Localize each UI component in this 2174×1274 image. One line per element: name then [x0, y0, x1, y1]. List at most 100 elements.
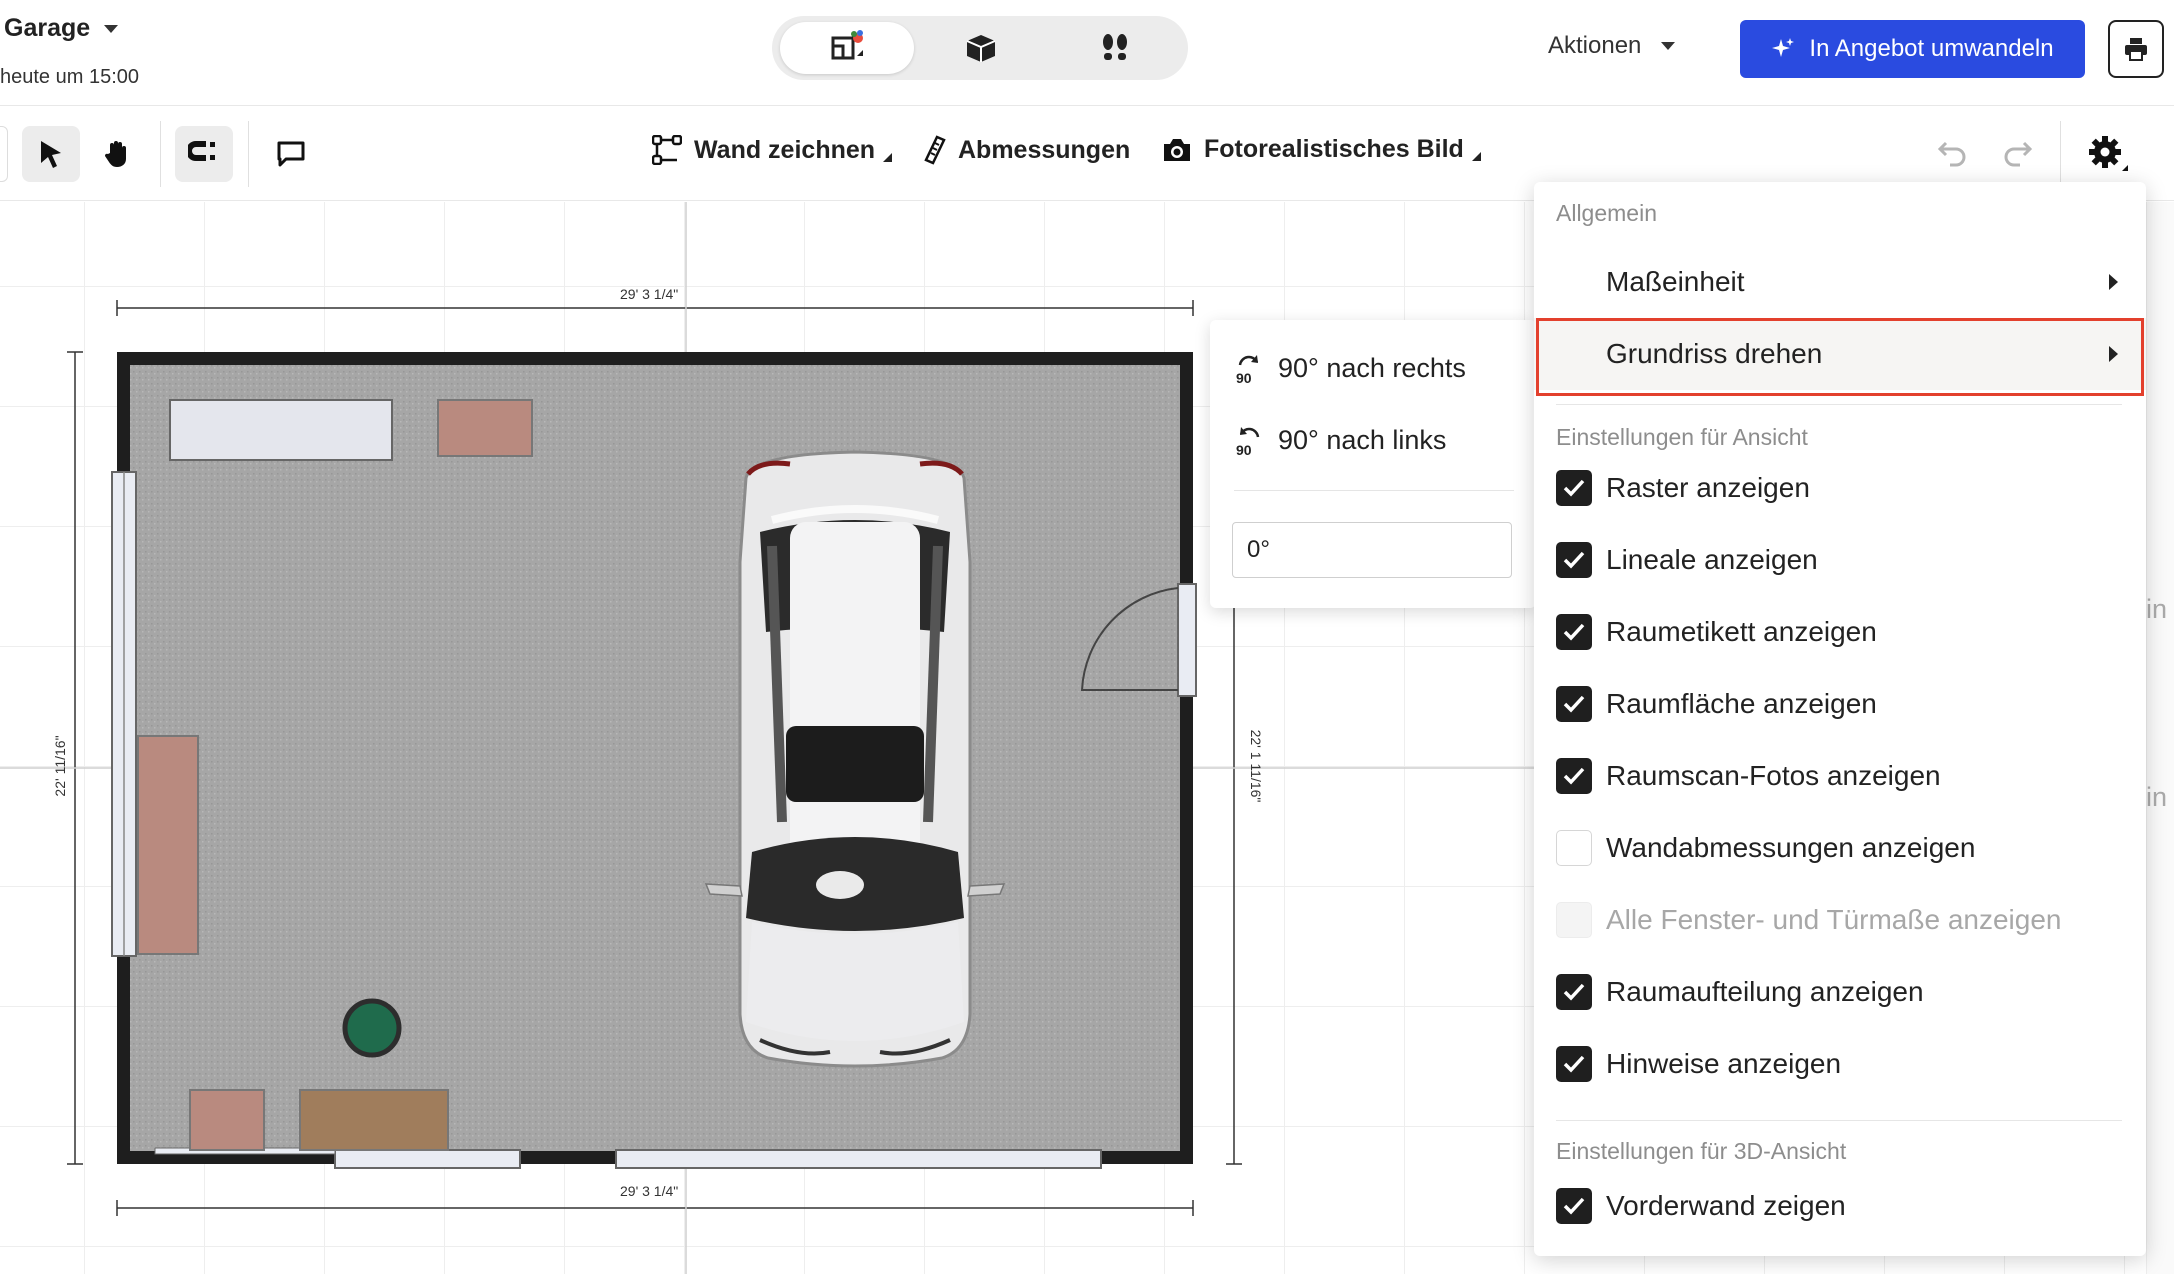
workbench — [299, 1089, 449, 1151]
cabinet-top — [437, 399, 533, 457]
rotate-floorplan-menu-item[interactable]: Grundriss drehen — [1534, 318, 2146, 396]
checkbox-checked-icon[interactable] — [1556, 686, 1592, 722]
rotate-left-item[interactable]: 90 90° nach links — [1234, 418, 1446, 462]
right-edge-text-1: in — [2146, 594, 2168, 624]
view-option-item[interactable]: Raster anzeigen — [1534, 452, 2146, 524]
checkbox-checked-icon[interactable] — [1556, 1188, 1592, 1224]
actions-menu[interactable]: Aktionen — [1548, 32, 1676, 60]
checkbox-checked-icon[interactable] — [1556, 542, 1592, 578]
view-option-item[interactable]: Raumaufteilung anzeigen — [1534, 956, 2146, 1028]
redo-button[interactable] — [2000, 137, 2034, 172]
view-option-label: Wandabmessungen anzeigen — [1606, 832, 1976, 863]
actions-label: Aktionen — [1548, 32, 1642, 59]
convert-to-quote-button[interactable]: In Angebot umwandeln — [1740, 20, 2085, 78]
rotate-icon-label: 90 — [1236, 442, 1252, 457]
shelf-top-left — [169, 399, 393, 461]
door-right — [1177, 583, 1197, 697]
settings-dropdown: Allgemein Maßeinheit Grundriss drehen Ei… — [1534, 182, 2146, 1256]
cabinet-bottom-left — [189, 1089, 265, 1151]
rotate-icon-label: 90 — [1236, 370, 1252, 385]
rotate-left-icon: 90 — [1236, 427, 1260, 457]
toolbar-divider — [2060, 121, 2061, 187]
photoreal-image-tool[interactable]: Fotorealistisches Bild — [1162, 135, 1481, 164]
dropdown-corner-icon — [1471, 152, 1481, 161]
ruler-icon — [924, 135, 946, 165]
pan-tool-button[interactable] — [88, 126, 146, 182]
print-button[interactable] — [2108, 20, 2164, 78]
dimensions-label: Abmessungen — [958, 135, 1131, 164]
unit-menu-item[interactable]: Maßeinheit — [1534, 246, 2146, 318]
car-sunroof — [786, 726, 924, 802]
top-header: Garage heute um 15:00 Aktionen In Angebo… — [0, 0, 2174, 106]
menu-divider — [1556, 1120, 2122, 1121]
project-title-menu[interactable]: Garage — [4, 14, 119, 43]
section-3d-heading: Einstellungen für 3D-Ansicht — [1556, 1138, 1847, 1164]
sparkle-icon — [1772, 38, 1795, 57]
redo-icon — [2004, 141, 2033, 167]
checkbox-checked-icon[interactable] — [1556, 1046, 1592, 1082]
camera-icon — [1164, 138, 1190, 161]
magnet-icon — [188, 141, 215, 161]
checkbox-checked-icon[interactable] — [1556, 758, 1592, 794]
dimension-line-top — [116, 300, 1194, 316]
section-view-heading: Einstellungen für Ansicht — [1556, 424, 1808, 450]
front-wall-label: Vorderwand zeigen — [1606, 1190, 1846, 1221]
checkbox-checked-icon[interactable] — [1556, 470, 1592, 506]
rotate-right-label: 90° nach rechts — [1278, 352, 1466, 383]
undo-button[interactable] — [1936, 137, 1970, 172]
view-option-item[interactable]: Raumfläche anzeigen — [1534, 668, 2146, 740]
unit-label: Maßeinheit — [1606, 266, 1745, 297]
settings-button[interactable] — [2086, 133, 2130, 178]
rotation-angle-input[interactable]: 0° — [1232, 522, 1512, 578]
toolbar-left-edge — [0, 126, 8, 182]
view-option-item[interactable]: Wandabmessungen anzeigen — [1534, 812, 2146, 884]
comment-tool-button[interactable] — [262, 126, 320, 182]
walkthrough-view-button[interactable] — [1048, 22, 1182, 74]
select-tool-button[interactable] — [22, 126, 80, 182]
wall-nodes-icon — [652, 135, 682, 165]
right-edge-text-2: in — [2146, 782, 2168, 812]
view-option-item[interactable]: Hinweise anzeigen — [1534, 1028, 2146, 1100]
gear-icon — [2089, 136, 2128, 171]
photoreal-label: Fotorealistisches Bild — [1204, 135, 1464, 163]
section-general-heading: Allgemein — [1556, 200, 1657, 226]
checkbox-checked-icon[interactable] — [1556, 974, 1592, 1010]
chevron-down-icon — [104, 24, 119, 33]
checkbox-checked-icon[interactable] — [1556, 614, 1592, 650]
project-title: Garage — [4, 14, 91, 42]
dimension-label-left: 22' 11/16" — [52, 735, 68, 797]
toolbar-divider — [160, 121, 161, 187]
view-option-label: Raumfläche anzeigen — [1606, 688, 1877, 719]
hand-icon — [104, 141, 126, 167]
view-option-label: Lineale anzeigen — [1606, 544, 1818, 575]
printer-icon — [2125, 38, 2147, 61]
view-option-item[interactable]: Lineale anzeigen — [1534, 524, 2146, 596]
rotate-right-item[interactable]: 90 90° nach rechts — [1234, 346, 1466, 390]
draw-wall-tool[interactable]: Wand zeichnen — [652, 135, 893, 165]
snap-tool-button[interactable] — [175, 126, 233, 182]
view-option-label: Raumetikett anzeigen — [1606, 616, 1877, 647]
dimension-label-right: 22' 1 11/16" — [1248, 729, 1264, 803]
floorplan-icon — [831, 30, 863, 60]
project-last-saved: heute um 15:00 — [0, 66, 139, 88]
dimension-label-top: 29' 3 1/4" — [620, 286, 679, 302]
menu-divider — [1556, 404, 2122, 405]
view-option-item[interactable]: Raumscan-Fotos anzeigen — [1534, 740, 2146, 812]
submenu-divider — [1234, 490, 1514, 491]
comment-icon — [277, 141, 305, 167]
view-option-label: Raumaufteilung anzeigen — [1606, 976, 1924, 1007]
floorplan-view-button[interactable] — [780, 22, 914, 74]
footprints-icon — [1103, 34, 1127, 60]
chevron-right-icon — [2109, 274, 2118, 290]
dimensions-tool[interactable]: Abmessungen — [924, 135, 1130, 165]
cube-icon — [966, 35, 996, 62]
view-option-item[interactable]: Raumetikett anzeigen — [1534, 596, 2146, 668]
front-wall-option[interactable]: Vorderwand zeigen — [1534, 1170, 2146, 1242]
convert-label: In Angebot umwandeln — [1809, 35, 2054, 62]
checkbox-unchecked-icon — [1556, 902, 1592, 938]
3d-view-button[interactable] — [914, 22, 1048, 74]
view-option-item: Alle Fenster- und Türmaße anzeigen — [1534, 884, 2146, 956]
view-option-label: Hinweise anzeigen — [1606, 1048, 1842, 1079]
right-side-panel — [2146, 202, 2174, 1274]
checkbox-unchecked-icon[interactable] — [1556, 830, 1592, 866]
